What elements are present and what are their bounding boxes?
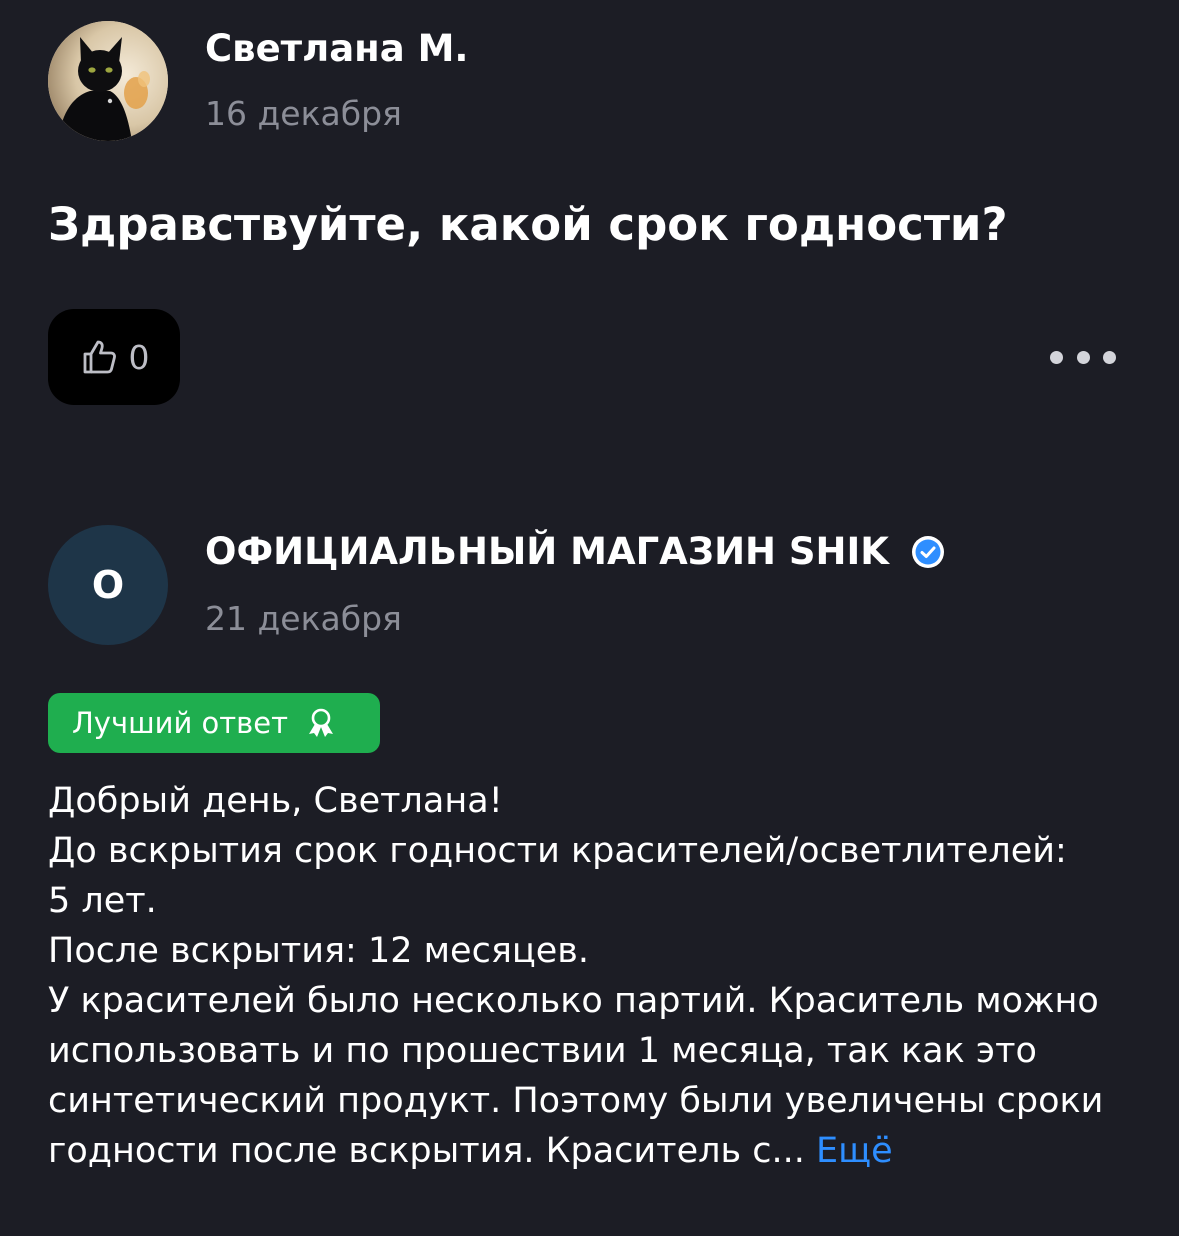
question-date: 16 декабря	[205, 94, 402, 133]
more-dots-icon	[1076, 350, 1090, 364]
question-author-name[interactable]: Светлана М.	[205, 30, 468, 67]
read-more-link[interactable]: Ещё	[816, 1131, 893, 1171]
answer-author-row[interactable]: ОФИЦИАЛЬНЫЙ МАГАЗИН SHIK	[205, 533, 945, 570]
question-text: Здравствуйте, какой срок годности?	[48, 198, 1008, 251]
answer-last-line: годности после вскрытия. Краситель с... …	[48, 1126, 1128, 1176]
answer-line: синтетический продукт. Поэтому были увел…	[48, 1081, 1104, 1121]
black-cat-photo	[48, 21, 168, 141]
answer-line: У красителей было несколько партий. Крас…	[48, 981, 1099, 1021]
shop-avatar[interactable]: О	[48, 525, 168, 645]
verified-check-icon	[911, 535, 944, 568]
user-avatar[interactable]	[48, 21, 168, 141]
answer-line: Добрый день, Светлана!	[48, 781, 503, 821]
answer-author-name[interactable]: ОФИЦИАЛЬНЫЙ МАГАЗИН SHIK	[205, 533, 889, 570]
answer-line: До вскрытия срок годности красителей/осв…	[48, 831, 1067, 871]
award-icon	[309, 708, 334, 737]
answer-text: Добрый день, Светлана! До вскрытия срок …	[48, 776, 1128, 1176]
best-answer-badge: Лучший ответ	[48, 693, 380, 753]
more-dots-icon	[1103, 350, 1116, 364]
more-dots-icon	[1050, 350, 1063, 364]
like-button[interactable]: 0	[48, 309, 180, 405]
answer-date: 21 декабря	[205, 599, 402, 638]
shop-avatar-letter: О	[91, 563, 125, 607]
thumb-up-icon	[83, 340, 116, 374]
more-options-button[interactable]	[1050, 340, 1116, 374]
answer-line: использовать и по прошествии 1 месяца, т…	[48, 1031, 1037, 1071]
like-count: 0	[128, 337, 150, 377]
best-answer-label: Лучший ответ	[72, 706, 289, 740]
answer-line: 5 лет.	[48, 881, 157, 921]
answer-line: годности после вскрытия. Краситель с...	[48, 1131, 805, 1171]
answer-line: После вскрытия: 12 месяцев.	[48, 931, 589, 971]
